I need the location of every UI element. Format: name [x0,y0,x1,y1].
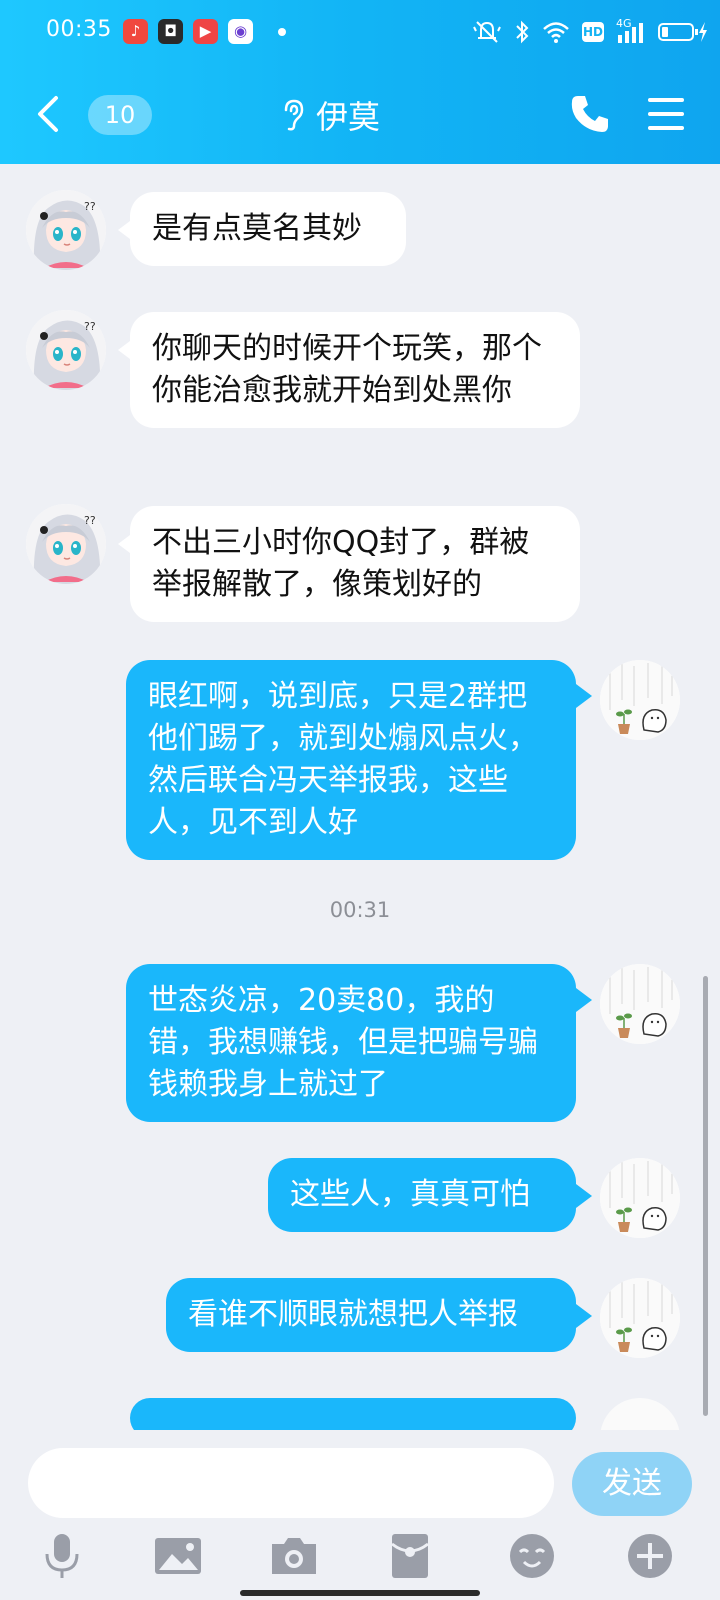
status-bar: 00:35 ♪ ◘ ▶ ◉ HD 4G [0,0,720,64]
phone-icon[interactable] [568,92,612,136]
music-app-icon: ♪ [123,19,148,44]
unread-count-badge[interactable]: 10 [88,95,152,135]
bubble-tail [576,988,592,1012]
my-avatar-partial [600,1398,680,1430]
my-avatar[interactable] [600,964,680,1044]
emoji-icon[interactable] [506,1530,558,1582]
message-bubble[interactable]: 世态炎凉，20卖80，我的错，我想赚钱，但是把骗号骗钱赖我身上就过了 [126,964,576,1122]
message-bubble[interactable]: 眼红啊，说到底，只是2群把他们踢了，就到处煽风点火，然后联合冯天举报我，这些人，… [126,660,576,860]
mic-icon[interactable] [36,1530,88,1582]
scrollbar[interactable] [703,976,708,1416]
plus-icon[interactable] [624,1530,676,1582]
my-avatar[interactable] [600,1158,680,1238]
chat-navbar: 10 伊莫 [0,80,720,150]
input-bar: 发送 [0,1430,720,1600]
send-button[interactable]: 发送 [572,1452,692,1516]
hd-icon: HD [582,22,604,42]
notification-dot-icon [278,28,286,36]
message-list[interactable]: ?? 是有点莫名其妙 ?? 你聊天的时候开个玩笑，那个你能治愈我就开始到处黑你 [0,164,720,1430]
contact-avatar[interactable]: ?? [26,504,106,584]
message-bubble[interactable]: 看谁不顺眼就想把人举报 [166,1278,576,1352]
status-icons: HD 4G [472,17,707,46]
contact-avatar[interactable]: ?? [26,310,106,390]
wifi-icon [543,22,569,43]
image-icon[interactable] [152,1530,204,1582]
message-bubble[interactable]: 你聊天的时候开个玩笑，那个你能治愈我就开始到处黑你 [130,312,580,428]
contact-name: 伊莫 [316,98,381,136]
message-bubble[interactable]: 这些人，真真可怕 [268,1158,576,1232]
network-type-label: 4G [616,17,632,30]
battery-icon [658,21,707,43]
message-input[interactable] [28,1448,554,1518]
svg-text:??: ?? [84,514,96,527]
chat-title[interactable]: 伊莫 [280,90,380,140]
message-bubble[interactable]: 不出三小时你QQ封了，群被举报解散了，像策划好的 [130,506,580,622]
message-bubble[interactable]: 是有点莫名其妙 [130,192,406,266]
header: 00:35 ♪ ◘ ▶ ◉ HD 4G 10 伊莫 [0,0,720,164]
video-app-icon: ▶ [193,19,218,44]
mute-bell-icon [473,21,501,43]
my-avatar[interactable] [600,660,680,740]
timestamp: 00:31 [329,898,391,922]
home-indicator[interactable] [240,1590,480,1596]
back-icon[interactable] [28,90,68,138]
bluetooth-icon [516,20,529,44]
contact-avatar[interactable]: ?? [26,190,106,270]
my-avatar[interactable] [600,1278,680,1358]
menu-icon[interactable] [646,94,686,134]
svg-text:??: ?? [84,200,96,213]
status-time: 00:35 [46,17,112,42]
bubble-tail [576,1184,592,1208]
bubble-tail [576,1304,592,1328]
message-bubble-partial[interactable] [130,1398,576,1430]
camera-icon[interactable] [268,1530,320,1582]
ear-icon [284,99,304,131]
bubble-tail [576,684,592,708]
svg-text:??: ?? [84,320,96,333]
browser-app-icon: ◉ [228,19,253,44]
red-packet-icon[interactable] [384,1530,436,1582]
signal-icon: 4G [616,17,646,45]
game-app-icon: ◘ [158,19,183,44]
